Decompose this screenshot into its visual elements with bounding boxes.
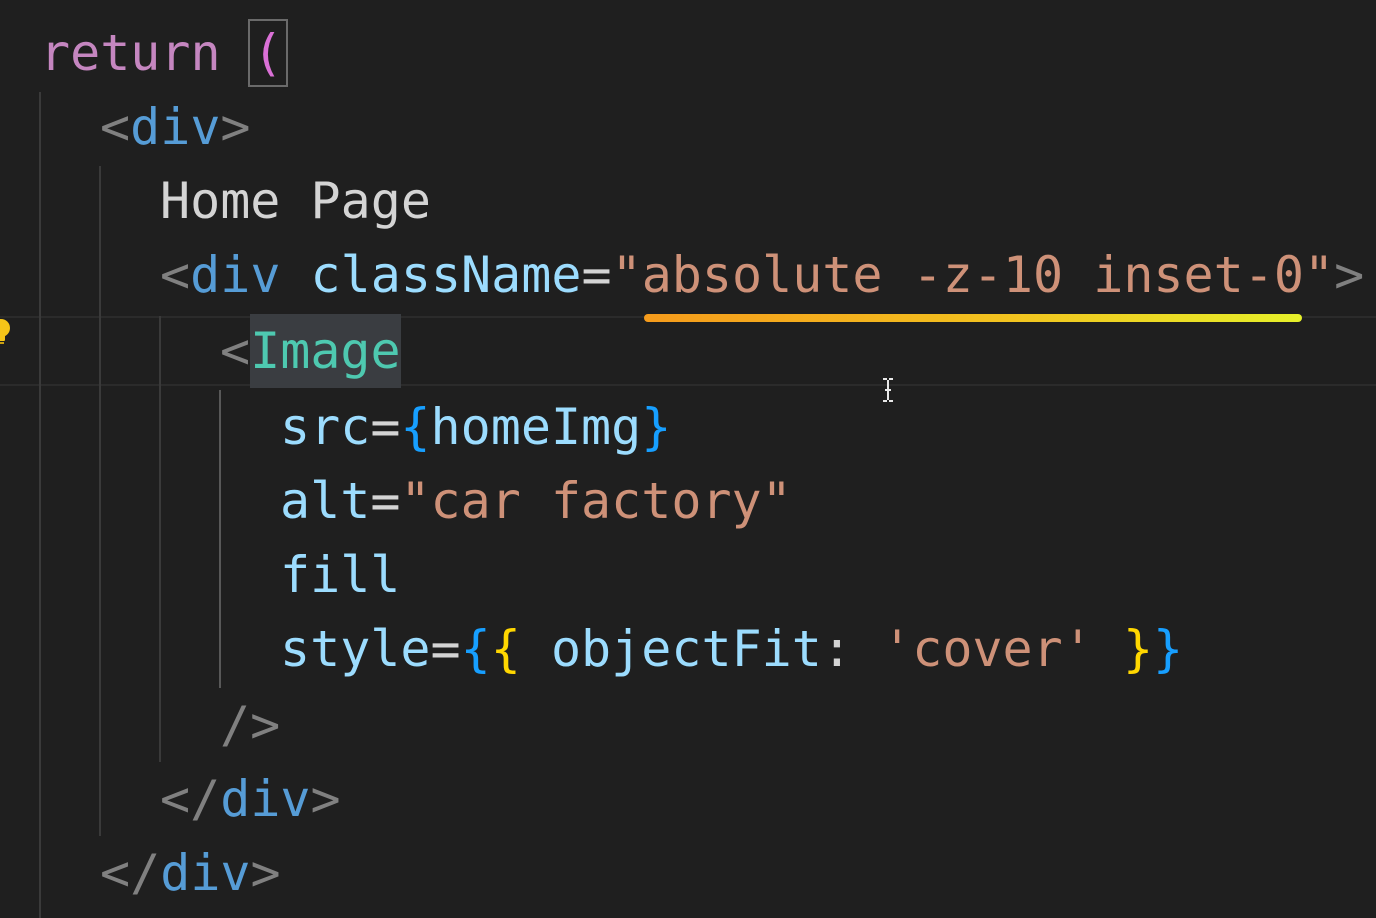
tag-close-bracket: > — [1334, 246, 1365, 304]
attribute-name: style — [280, 620, 431, 678]
tag-open-bracket: < — [220, 322, 251, 380]
attribute-name: fill — [280, 546, 401, 604]
equals-sign: = — [370, 398, 401, 456]
tag-name: div — [160, 844, 251, 902]
warning-underline[interactable] — [644, 314, 1302, 322]
colon: : — [821, 620, 852, 678]
indent-guide — [39, 92, 41, 918]
string-value: car factory — [430, 472, 762, 530]
current-line-highlight — [0, 316, 1376, 386]
quote: " — [400, 472, 431, 530]
quote: " — [761, 472, 792, 530]
string-value: 'cover' — [882, 620, 1093, 678]
tag-name: div — [190, 246, 281, 304]
jsx-text: Home Page — [160, 172, 431, 230]
tag-close-bracket: > — [310, 770, 341, 828]
brace: } — [641, 398, 672, 456]
tag-open-bracket: </ — [160, 770, 221, 828]
attribute-name: src — [280, 398, 371, 456]
code-line-current[interactable]: <Image — [220, 314, 401, 388]
identifier: homeImg — [430, 398, 642, 456]
brace: { — [400, 398, 431, 456]
component-name-highlighted: Image — [250, 314, 401, 388]
brace: } — [1153, 620, 1184, 678]
tag-open-bracket: </ — [100, 844, 161, 902]
code-line[interactable]: Home Page — [160, 164, 431, 238]
indent-guide — [99, 166, 101, 836]
indent-guide — [159, 316, 161, 762]
code-line[interactable]: </div> — [100, 836, 281, 910]
equals-sign: = — [430, 620, 461, 678]
keyword-return: return — [40, 24, 221, 82]
equals-sign: = — [370, 472, 401, 530]
attribute-name: alt — [280, 472, 371, 530]
tag-open-bracket: < — [160, 246, 191, 304]
code-line[interactable]: alt="car factory" — [280, 464, 792, 538]
quote: " — [611, 246, 642, 304]
lightbulb-icon[interactable] — [0, 318, 12, 346]
code-line[interactable]: fill — [280, 538, 400, 612]
quote: " — [1303, 246, 1335, 304]
code-line[interactable]: style={{ objectFit: 'cover' }} — [280, 612, 1183, 686]
brace: } — [1122, 620, 1154, 678]
text-cursor-icon — [883, 378, 893, 402]
code-line[interactable]: </div> — [160, 762, 341, 836]
tag-open-bracket: < — [100, 98, 131, 156]
property-name: objectFit — [550, 620, 822, 678]
tag-close-bracket: > — [220, 98, 251, 156]
tag-name: div — [220, 770, 311, 828]
attribute-name: className — [310, 246, 582, 304]
self-closing-tag: /> — [220, 696, 281, 754]
indent-guide-active — [219, 390, 221, 688]
tag-name: div — [130, 98, 221, 156]
string-value: absolute -z-10 inset-0 — [641, 246, 1304, 304]
code-line[interactable]: <div> — [100, 90, 251, 164]
tag-close-bracket: > — [250, 844, 281, 902]
code-line[interactable]: return ( — [40, 16, 288, 90]
equals-sign: = — [581, 246, 612, 304]
code-line[interactable]: /> — [220, 688, 280, 762]
code-line[interactable]: src={homeImg} — [280, 390, 671, 464]
code-editor[interactable]: return ( <div> Home Page <div className=… — [0, 0, 1376, 918]
code-line[interactable]: <div className="absolute -z-10 inset-0"> — [160, 238, 1364, 312]
brace: { — [490, 620, 521, 678]
bracket-match-paren: ( — [247, 19, 288, 87]
brace: { — [460, 620, 491, 678]
